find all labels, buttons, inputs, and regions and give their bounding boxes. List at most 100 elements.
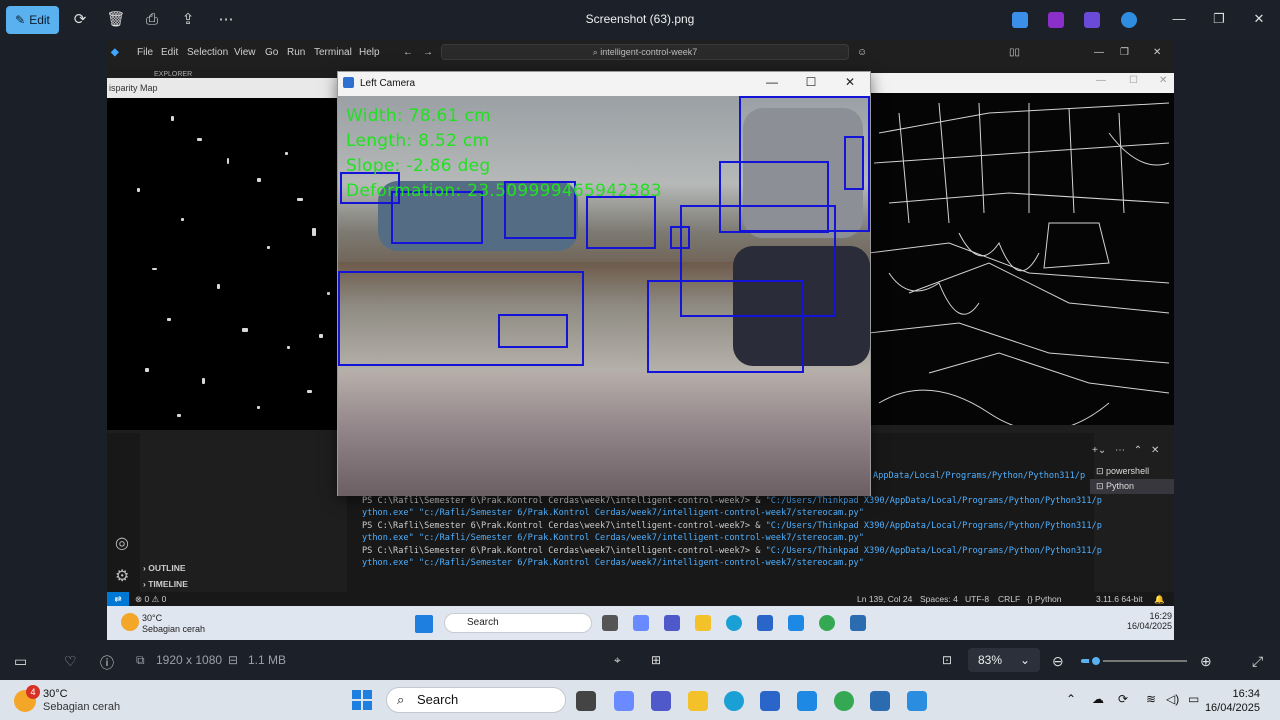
windows-start-icon[interactable] <box>415 615 433 633</box>
info-icon[interactable]: ⓘ <box>100 653 114 673</box>
account-icon[interactable]: ◎ <box>115 533 129 553</box>
share-icon[interactable]: ⇪ <box>178 10 198 30</box>
timeline-section[interactable]: › TIMELINE <box>143 579 188 589</box>
hidden-icons-chevron-icon[interactable]: ⌃ <box>1066 692 1076 706</box>
python-app-icon[interactable] <box>870 691 890 711</box>
menu-go[interactable]: Go <box>265 47 278 58</box>
visual-search-icon[interactable]: ⌖ <box>614 653 621 668</box>
cursor-position[interactable]: Ln 139, Col 24 <box>857 594 912 604</box>
delete-icon[interactable]: 🗑 <box>106 10 126 30</box>
fullscreen-icon[interactable]: ⤢ <box>1252 653 1263 670</box>
edge-minimize-icon[interactable]: — <box>1096 75 1106 86</box>
vscode-close-icon[interactable]: ✕ <box>1153 47 1161 58</box>
camera-minimize-icon[interactable]: — <box>762 75 782 89</box>
clipchamp-icon[interactable] <box>1012 12 1028 28</box>
edge-close-icon[interactable]: ✕ <box>1159 75 1167 86</box>
minimize-icon[interactable]: — <box>1171 11 1187 26</box>
zoom-in-icon[interactable]: ⊕ <box>1200 653 1212 670</box>
chrome-icon[interactable] <box>819 615 835 631</box>
close-icon[interactable]: ✕ <box>1251 11 1267 27</box>
windows-start-icon[interactable] <box>352 690 372 710</box>
designer-icon[interactable] <box>1048 12 1064 28</box>
rotate-icon[interactable]: ⟳ <box>70 10 90 30</box>
more-options-icon[interactable]: ⋯ <box>216 10 236 30</box>
language-mode[interactable]: {} Python <box>1027 594 1062 604</box>
task-view-icon[interactable] <box>576 691 596 711</box>
teams-icon[interactable] <box>664 615 680 631</box>
menu-run[interactable]: Run <box>287 47 305 58</box>
copilot-app-icon[interactable] <box>633 615 649 631</box>
vscode-minimize-icon[interactable]: — <box>1094 47 1104 58</box>
edge-browser-icon[interactable] <box>726 615 742 631</box>
edge-map-image <box>869 73 1174 425</box>
vscode-app-icon[interactable] <box>788 615 804 631</box>
zoom-dropdown[interactable]: 83% ⌄ <box>968 648 1040 672</box>
problems-indicator[interactable]: ⊗ 0 ⚠ 0 <box>135 594 166 605</box>
zoom-slider-knob[interactable] <box>1088 654 1103 668</box>
zoom-out-icon[interactable]: ⊖ <box>1052 653 1064 670</box>
terminal-tab-powershell[interactable]: ⊡ powershell <box>1090 464 1174 479</box>
inner-taskbar: 30°C Sebagian cerah Search 16:29 16/04/2… <box>107 606 1174 640</box>
system-clock[interactable]: 16:34 16/04/2025 <box>1205 687 1260 715</box>
outline-section[interactable]: › OUTLINE <box>143 563 186 573</box>
rail-foreground <box>338 372 870 496</box>
line-ending[interactable]: CRLF <box>998 594 1020 604</box>
copilot-app-icon[interactable] <box>614 691 634 711</box>
copilot-icon[interactable]: ☺ <box>857 47 867 58</box>
photos-extension-icon[interactable] <box>1084 12 1100 28</box>
onedrive-icon[interactable] <box>1121 12 1137 28</box>
cloud-icon[interactable]: ☁ <box>1092 692 1104 706</box>
terminal-tab-python[interactable]: ⊡ Python <box>1090 479 1174 494</box>
encoding[interactable]: UTF-8 <box>965 594 989 604</box>
store-icon[interactable] <box>757 615 773 631</box>
notification-badge: 4 <box>26 685 40 699</box>
close-panel-icon[interactable]: ✕ <box>1151 445 1159 456</box>
edit-button[interactable]: ✎ Edit <box>6 6 59 34</box>
favorite-heart-icon[interactable]: ♡ <box>64 653 77 670</box>
indentation[interactable]: Spaces: 4 <box>920 594 958 604</box>
remote-icon[interactable]: ⇄ <box>107 592 129 606</box>
vscode-maximize-icon[interactable]: ❐ <box>1120 47 1129 58</box>
print-icon[interactable]: ⎙ <box>142 10 162 30</box>
camera-maximize-icon[interactable]: ☐ <box>801 75 821 89</box>
store-icon[interactable] <box>760 691 780 711</box>
back-arrow-icon[interactable]: ← <box>403 47 413 58</box>
python-interpreter[interactable]: 3.11.6 64-bit <box>1096 594 1143 604</box>
vscode-command-search[interactable]: ⌕ intelligent-control-week7 <box>441 44 849 60</box>
fit-to-window-icon[interactable]: ⊡ <box>942 653 952 667</box>
file-explorer-icon[interactable] <box>688 691 708 711</box>
maximize-icon[interactable]: ❐ <box>1211 11 1227 27</box>
settings-gear-icon[interactable]: ⚙ <box>115 566 129 586</box>
inner-search-box[interactable]: Search <box>444 613 592 633</box>
menu-terminal[interactable]: Terminal <box>314 47 352 58</box>
edge-browser-icon[interactable] <box>724 691 744 711</box>
maximize-panel-icon[interactable]: ⌃ <box>1134 445 1142 456</box>
menu-view[interactable]: View <box>234 47 256 58</box>
wifi-icon[interactable]: ≋ <box>1146 692 1156 706</box>
layout-icon[interactable]: ▯▯ <box>1009 47 1020 58</box>
taskbar-search-box[interactable]: ⌕ Search <box>386 687 566 713</box>
menu-selection[interactable]: Selection <box>187 47 228 58</box>
menu-edit[interactable]: Edit <box>161 47 178 58</box>
photos-app-icon[interactable] <box>907 691 927 711</box>
filmstrip-icon[interactable]: ▭ <box>14 653 27 670</box>
camera-close-icon[interactable]: ✕ <box>840 75 860 89</box>
chrome-icon[interactable] <box>834 691 854 711</box>
menu-help[interactable]: Help <box>359 47 380 58</box>
clock-time: 16:34 <box>1232 688 1260 700</box>
volume-icon[interactable]: ◁) <box>1166 692 1179 706</box>
sync-icon[interactable]: ⟳ <box>1118 692 1128 706</box>
file-explorer-icon[interactable] <box>695 615 711 631</box>
notifications-icon[interactable]: 🔔 <box>1154 594 1165 605</box>
python-app-icon[interactable] <box>850 615 866 631</box>
vscode-app-icon[interactable] <box>797 691 817 711</box>
task-view-icon[interactable] <box>602 615 618 631</box>
edge-maximize-icon[interactable]: ☐ <box>1129 75 1138 86</box>
teams-icon[interactable] <box>651 691 671 711</box>
add-terminal-icon[interactable]: +⌄ <box>1092 445 1106 456</box>
more-icon[interactable]: ⋯ <box>1115 445 1125 456</box>
text-scan-icon[interactable]: ⊞ <box>651 653 661 667</box>
forward-arrow-icon[interactable]: → <box>423 47 433 58</box>
menu-file[interactable]: File <box>137 47 153 58</box>
battery-icon[interactable]: ▭ <box>1188 692 1199 706</box>
